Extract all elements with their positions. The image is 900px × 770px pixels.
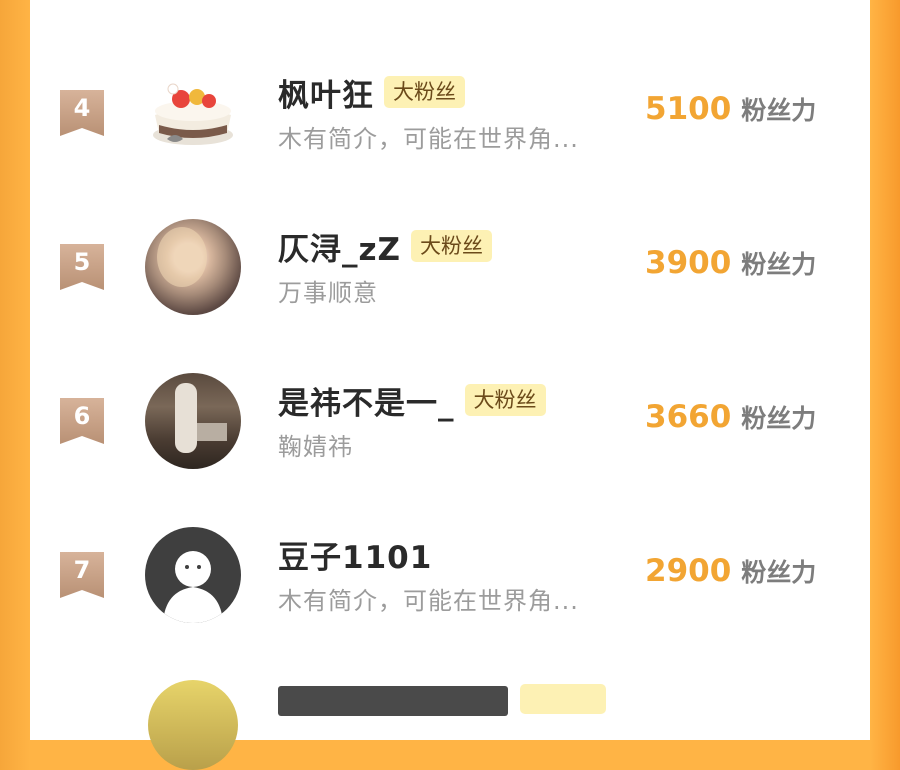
- fan-badge: 大粉丝: [411, 230, 493, 262]
- fan-power-value: 5100: [645, 91, 732, 127]
- user-bio: 鞠婧祎: [278, 433, 353, 461]
- rank-number: 5: [73, 248, 91, 276]
- default-user-icon: [163, 551, 223, 623]
- user-name-partial: [278, 686, 508, 716]
- name-line: 豆子1101: [278, 535, 432, 576]
- user-name[interactable]: 豆子1101: [278, 532, 432, 577]
- fan-power-value: 3900: [645, 245, 732, 281]
- user-bio: 万事顺意: [278, 279, 378, 307]
- user-name[interactable]: 仄浔_zZ: [278, 224, 401, 269]
- fan-badge: 大粉丝: [464, 384, 546, 416]
- ranking-row[interactable]: 5 仄浔_zZ 大粉丝 万事顺意 3900 粉丝力: [30, 209, 870, 329]
- next-row-partial[interactable]: [30, 680, 870, 770]
- rank-number: 6: [73, 402, 91, 430]
- fan-power: 3900 粉丝力: [645, 245, 816, 281]
- avatar[interactable]: [148, 680, 238, 770]
- ranking-row[interactable]: 4 枫叶狂 大粉丝 木有简介，可能在世界角... 5100 粉丝力: [30, 55, 870, 175]
- user-bio: 木有简介，可能在世界角...: [278, 125, 579, 153]
- cake-avatar[interactable]: [145, 65, 241, 161]
- rank-ribbon: 5: [60, 244, 104, 290]
- fan-power: 5100 粉丝力: [645, 91, 816, 127]
- fan-power-value: 2900: [645, 553, 732, 589]
- rank-number: 4: [73, 94, 91, 122]
- user-bio: 木有简介，可能在世界角...: [278, 587, 579, 615]
- ranking-row[interactable]: 6 是祎不是一_ 大粉丝 鞠婧祎 3660 粉丝力: [30, 363, 870, 483]
- rank-ribbon: 4: [60, 90, 104, 136]
- fan-power-label: 粉丝力: [741, 250, 817, 279]
- photo-avatar[interactable]: [145, 219, 241, 315]
- fan-power: 3660 粉丝力: [645, 399, 816, 435]
- ranking-row[interactable]: 7 豆子1101 木有简介，可能在世界角... 2900 粉丝力: [30, 517, 870, 637]
- rank-ribbon: 6: [60, 398, 104, 444]
- fan-power: 2900 粉丝力: [645, 553, 816, 589]
- ranking-card: 4 枫叶狂 大粉丝 木有简介，可能在世界角... 5100 粉丝力 5 仄浔_z…: [30, 0, 870, 770]
- default-avatar[interactable]: [145, 527, 241, 623]
- fan-badge-partial: [520, 684, 606, 714]
- name-line: 枫叶狂 大粉丝: [278, 73, 465, 114]
- rank-ribbon: 7: [60, 552, 104, 598]
- photo-avatar[interactable]: [145, 373, 241, 469]
- user-name[interactable]: 是祎不是一_: [278, 378, 455, 423]
- fan-badge: 大粉丝: [384, 76, 465, 108]
- rank-number: 7: [73, 556, 91, 584]
- fan-power-label: 粉丝力: [741, 96, 817, 125]
- fan-power-value: 3660: [645, 399, 732, 435]
- fan-power-label: 粉丝力: [741, 558, 817, 587]
- fan-power-label: 粉丝力: [741, 404, 817, 433]
- name-line: 仄浔_zZ 大粉丝: [278, 227, 493, 268]
- user-name[interactable]: 枫叶狂: [278, 70, 374, 115]
- cake-icon: [153, 83, 233, 145]
- name-line: 是祎不是一_ 大粉丝: [278, 381, 546, 422]
